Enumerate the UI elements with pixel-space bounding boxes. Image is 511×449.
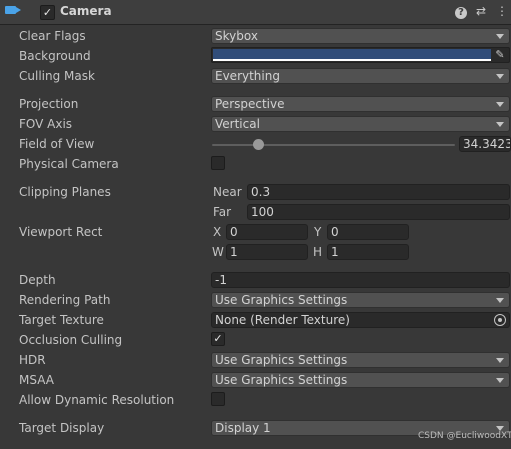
viewport-rect-label: Viewport Rect <box>19 225 103 239</box>
viewport-x-label: X <box>213 225 222 239</box>
help-glyph: ? <box>455 7 467 19</box>
viewport-y-input[interactable]: 0 <box>327 224 409 240</box>
background-color-swatch <box>213 49 491 59</box>
depth-label: Depth <box>19 273 56 287</box>
component-header[interactable]: ✓ Camera ? ⇄ ⋮ <box>0 0 511 25</box>
far-clip-input[interactable]: 100 <box>247 204 510 220</box>
fov-axis-dropdown[interactable]: Vertical <box>211 116 510 132</box>
near-label: Near <box>213 185 242 199</box>
viewport-x-input[interactable]: 0 <box>226 224 308 240</box>
culling-mask-dropdown[interactable]: Everything <box>211 68 510 84</box>
target-texture-field[interactable]: None (Render Texture) <box>211 312 510 328</box>
clipping-planes-label: Clipping Planes <box>19 185 111 199</box>
more-options-icon[interactable]: ⋮ <box>495 4 509 18</box>
viewport-y-label: Y <box>314 225 322 239</box>
physical-camera-checkbox[interactable] <box>211 156 225 170</box>
depth-input[interactable]: -1 <box>211 272 510 288</box>
field-of-view-input[interactable]: 34.3423 <box>459 136 511 152</box>
physical-camera-label: Physical Camera <box>19 157 119 171</box>
background-color-field[interactable]: ✎ <box>211 47 510 63</box>
help-icon[interactable]: ? <box>454 4 468 19</box>
projection-dropdown[interactable]: Perspective <box>211 96 510 112</box>
rendering-path-dropdown[interactable]: Use Graphics Settings <box>211 292 510 308</box>
target-texture-value: None (Render Texture) <box>215 313 350 327</box>
component-title: Camera <box>60 4 112 18</box>
msaa-dropdown[interactable]: Use Graphics Settings <box>211 372 510 388</box>
object-picker-icon[interactable] <box>494 314 506 326</box>
watermark: CSDN @EucliwoodXT <box>418 431 511 441</box>
component-enabled-checkbox[interactable]: ✓ <box>40 5 55 20</box>
hdr-label: HDR <box>19 353 46 367</box>
background-alpha-bar <box>213 59 491 61</box>
near-clip-input[interactable]: 0.3 <box>247 184 510 200</box>
viewport-h-label: H <box>313 245 323 259</box>
clear-flags-label: Clear Flags <box>19 29 86 43</box>
occlusion-culling-label: Occlusion Culling <box>19 333 123 347</box>
viewport-h-input[interactable]: 1 <box>327 244 409 260</box>
background-label: Background <box>19 49 91 63</box>
msaa-label: MSAA <box>19 373 54 387</box>
preset-icon[interactable]: ⇄ <box>474 4 488 18</box>
field-of-view-label: Field of View <box>19 137 95 151</box>
hdr-dropdown[interactable]: Use Graphics Settings <box>211 352 510 368</box>
camera-icon <box>5 6 21 14</box>
clear-flags-dropdown[interactable]: Skybox <box>211 28 510 44</box>
target-texture-label: Target Texture <box>19 313 104 327</box>
eyedropper-icon[interactable]: ✎ <box>493 48 507 62</box>
viewport-w-label: W <box>212 245 224 259</box>
allow-dynamic-resolution-checkbox[interactable] <box>211 392 225 406</box>
rendering-path-label: Rendering Path <box>19 293 111 307</box>
culling-mask-label: Culling Mask <box>19 69 95 83</box>
allow-dynamic-resolution-label: Allow Dynamic Resolution <box>19 393 175 407</box>
fov-axis-label: FOV Axis <box>19 117 73 131</box>
viewport-w-input[interactable]: 1 <box>226 244 308 260</box>
target-display-label: Target Display <box>19 421 105 435</box>
field-of-view-slider-track[interactable] <box>212 144 455 146</box>
field-of-view-slider-thumb[interactable] <box>252 139 264 150</box>
projection-label: Projection <box>19 97 79 111</box>
far-label: Far <box>213 205 232 219</box>
occlusion-culling-checkbox[interactable]: ✓ <box>211 332 225 346</box>
